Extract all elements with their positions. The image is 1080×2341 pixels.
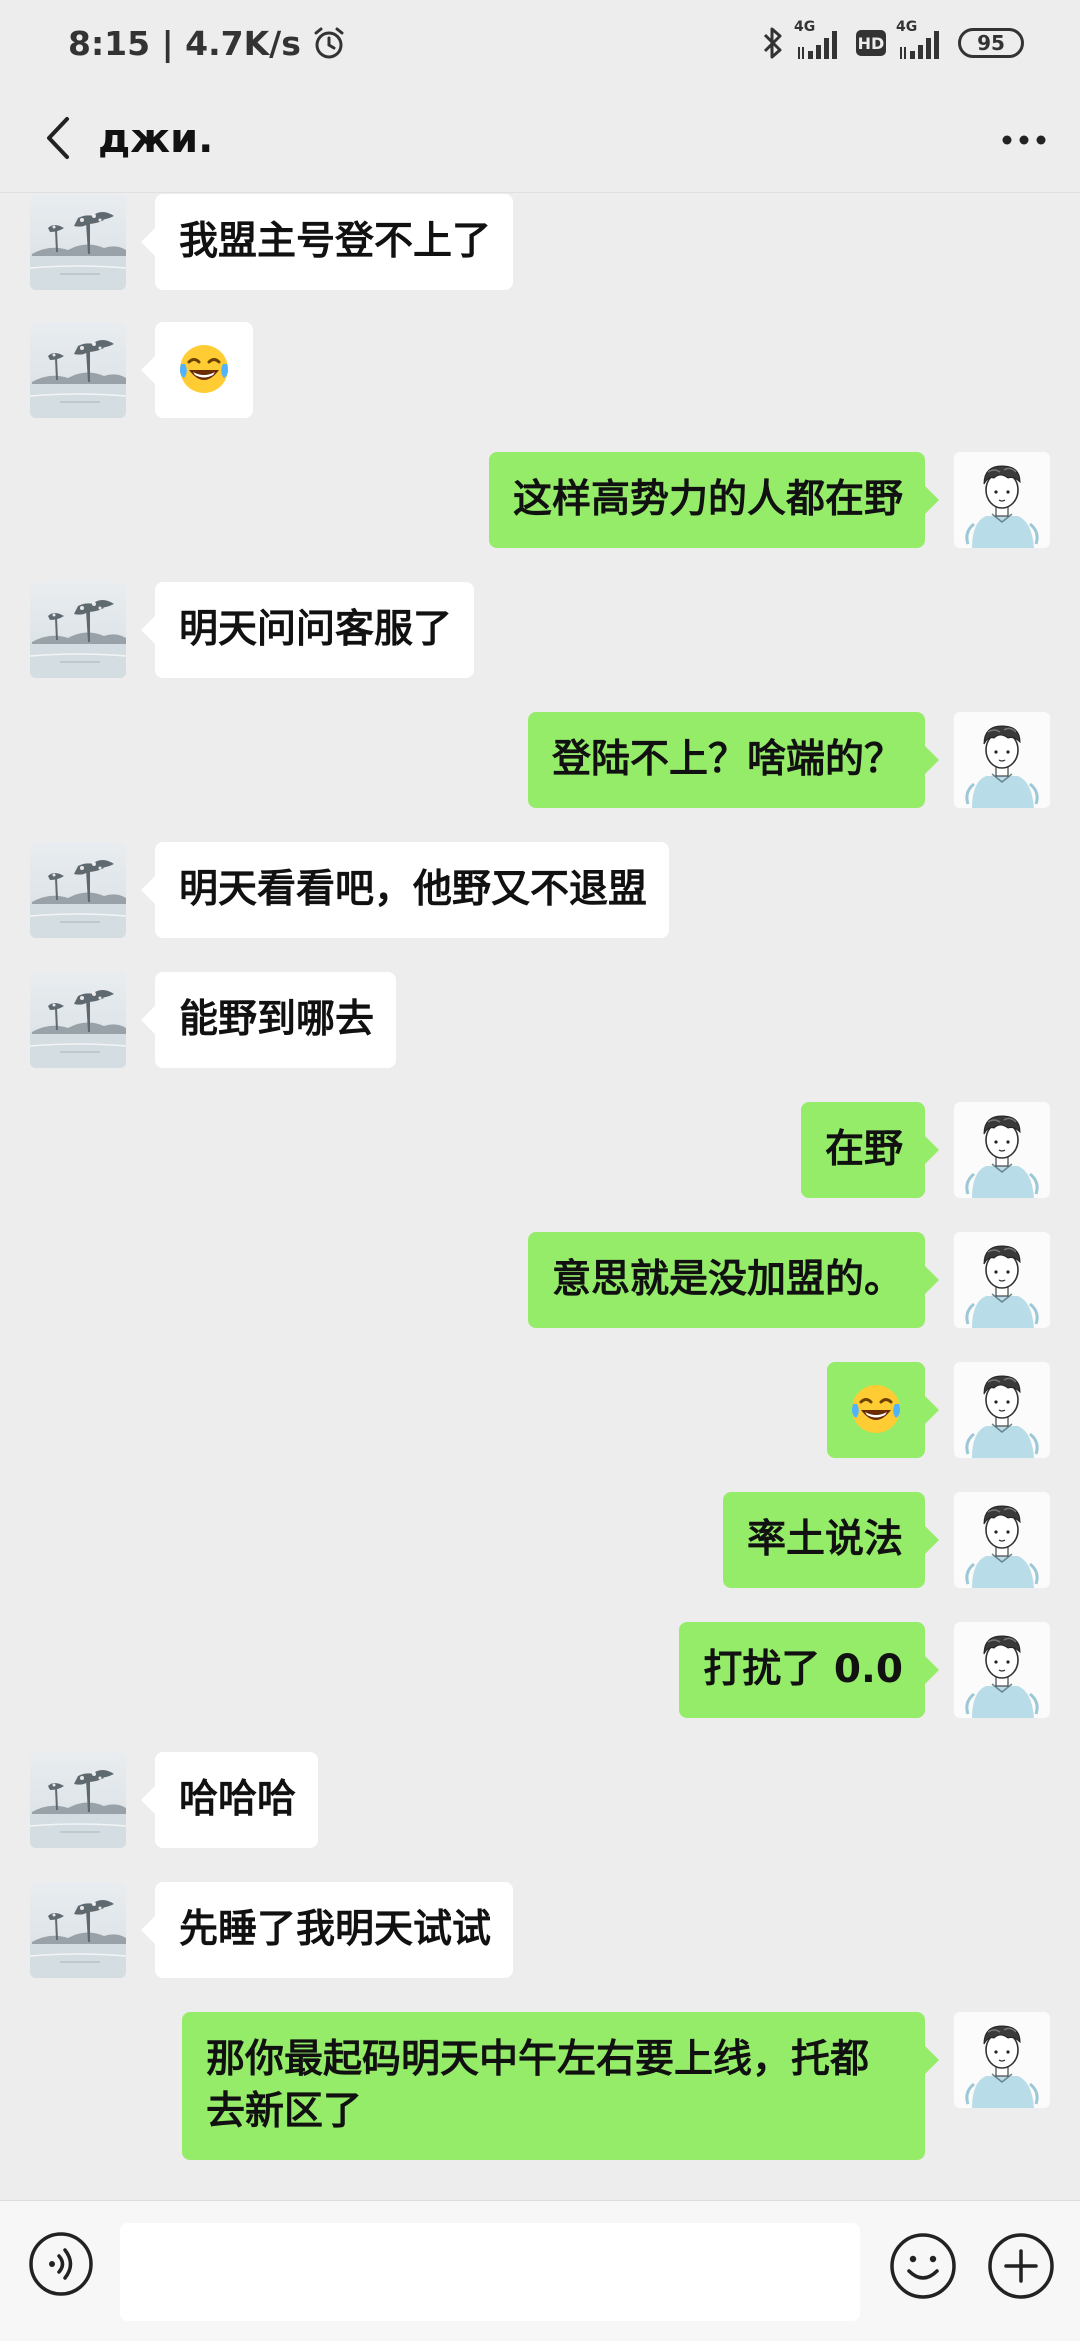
hd-label: HD xyxy=(857,33,885,53)
message-bubble[interactable]: 在野 xyxy=(800,1102,940,1198)
my-avatar[interactable] xyxy=(954,1492,1050,1588)
laughing-crying-emoji-icon xyxy=(177,342,231,396)
my-avatar[interactable] xyxy=(954,452,1050,548)
my-avatar[interactable] xyxy=(954,712,1050,808)
status-time-text: 8:15 | 4.7K/s xyxy=(68,23,301,63)
message-bubble[interactable]: 能野到哪去 xyxy=(140,972,397,1068)
my-avatar[interactable] xyxy=(954,1232,1050,1328)
contact-avatar[interactable] xyxy=(30,1752,126,1848)
more-options-button[interactable] xyxy=(994,112,1054,168)
message-bubble[interactable]: 先睡了我明天试试 xyxy=(140,1882,514,1978)
laughing-crying-emoji-icon xyxy=(849,1382,903,1436)
my-avatar[interactable] xyxy=(954,2012,1050,2108)
battery-icon: 95 xyxy=(958,28,1024,58)
contact-avatar[interactable] xyxy=(30,322,126,418)
hd-icon: HD xyxy=(856,30,886,56)
input-bar xyxy=(0,2200,1080,2341)
message-bubble[interactable] xyxy=(141,322,253,418)
status-bar: 8:15 | 4.7K/s 4G HD 4G 95 xyxy=(0,0,1080,86)
message-bubble[interactable]: 明天看看吧，他野又不退盟 xyxy=(140,842,670,938)
message-bubble[interactable]: 率土说法 xyxy=(722,1492,940,1588)
plus-icon[interactable] xyxy=(986,2231,1056,2301)
my-avatar[interactable] xyxy=(954,1622,1050,1718)
my-avatar[interactable] xyxy=(954,1362,1050,1458)
message-bubble[interactable]: 这样高势力的人都在野 xyxy=(488,452,940,548)
message-bubble[interactable]: 明天问问客服了 xyxy=(140,582,475,678)
contact-avatar[interactable] xyxy=(30,972,126,1068)
alarm-icon xyxy=(314,27,344,59)
my-avatar[interactable] xyxy=(954,1102,1050,1198)
signal-icon-1: 4G xyxy=(794,19,846,63)
chevron-left-icon xyxy=(47,117,69,159)
contact-avatar[interactable] xyxy=(30,582,126,678)
message-bubble[interactable]: 那你最起码明天中午左右要上线，托都去新区了 xyxy=(182,2012,939,2160)
chat-header: джи. xyxy=(0,86,1080,193)
message-bubble[interactable]: 我盟主号登不上了 xyxy=(140,194,514,290)
message-bubble[interactable]: 意思就是没加盟的。 xyxy=(527,1232,940,1328)
more-dots-icon xyxy=(1002,135,1046,145)
contact-avatar[interactable] xyxy=(30,1882,126,1978)
signal-icon-2: 4G xyxy=(896,19,948,63)
contact-avatar[interactable] xyxy=(30,842,126,938)
emoji-icon[interactable] xyxy=(888,2231,958,2301)
bluetooth-icon xyxy=(763,27,782,59)
message-input[interactable] xyxy=(120,2223,860,2321)
battery-level: 95 xyxy=(977,31,1005,55)
message-bubble[interactable] xyxy=(827,1362,939,1458)
message-bubble[interactable]: 哈哈哈 xyxy=(140,1752,319,1848)
message-bubble[interactable]: 打扰了 0.0 xyxy=(679,1622,939,1718)
status-time: 8:15 | 4.7K/s xyxy=(68,20,347,66)
contact-avatar[interactable] xyxy=(30,194,126,290)
voice-icon[interactable] xyxy=(28,2231,94,2297)
message-bubble[interactable]: 登陆不上？啥端的？ xyxy=(527,712,940,808)
back-button[interactable] xyxy=(30,110,86,166)
chat-title: джи. xyxy=(98,116,214,162)
status-icons: 4G HD 4G 95 xyxy=(762,19,1024,66)
